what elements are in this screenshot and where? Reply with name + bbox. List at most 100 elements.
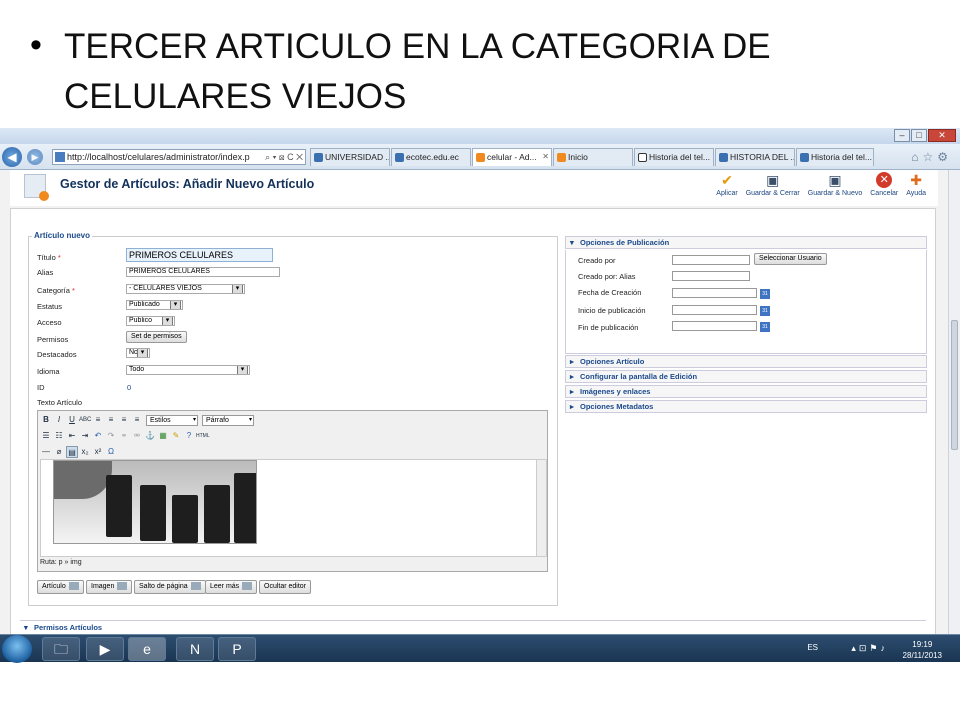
save-close-button[interactable]: ▣ Guardar & Cerrar bbox=[742, 170, 804, 197]
paragraph-select[interactable]: Párrafo bbox=[202, 414, 254, 426]
editor-scrollbar[interactable] bbox=[536, 460, 546, 556]
onenote-task[interactable]: N bbox=[176, 637, 214, 661]
italic-button[interactable]: I bbox=[53, 414, 65, 426]
align-justify-icon[interactable]: ≡ bbox=[131, 414, 143, 426]
language-indicator[interactable]: ES bbox=[807, 643, 818, 652]
media-player-task[interactable]: ▶ bbox=[86, 637, 124, 661]
calendar-icon[interactable]: 31 bbox=[760, 322, 770, 332]
tray-icons[interactable]: ▴⊡⚑♪ bbox=[851, 643, 888, 654]
outdent-icon[interactable]: ⇤ bbox=[66, 430, 78, 442]
html-icon[interactable]: HTML bbox=[196, 430, 210, 442]
status-select[interactable]: Publicado bbox=[126, 300, 183, 310]
readmore-button[interactable]: Leer más bbox=[205, 580, 258, 594]
image-icon[interactable]: ▦ bbox=[157, 430, 169, 442]
save-icon: ▣ bbox=[766, 172, 780, 188]
publish-down-input[interactable] bbox=[672, 321, 757, 331]
numbered-list-icon[interactable]: ☷ bbox=[53, 430, 65, 442]
special-char-icon[interactable]: Ω bbox=[105, 446, 117, 458]
category-select[interactable]: - CELULARES VIEJOS bbox=[126, 284, 245, 294]
joomla-favicon-icon bbox=[476, 153, 485, 162]
back-button[interactable]: ◀ bbox=[2, 147, 22, 167]
horizontal-rule-icon[interactable]: — bbox=[40, 446, 52, 458]
created-by-input[interactable] bbox=[672, 255, 750, 265]
created-date-input[interactable] bbox=[672, 288, 757, 298]
visual-aid-icon[interactable]: ▤ bbox=[66, 446, 78, 458]
cancel-button[interactable]: ✕ Cancelar bbox=[866, 170, 902, 197]
editor-toolbar-row-2: ☰ ☷ ⇤ ⇥ ↶ ↷ ⚭ ⚮ ⚓ ▦ ✎ ? HTML bbox=[40, 429, 209, 443]
tab-historia-3[interactable]: Historia del tel... bbox=[796, 148, 874, 166]
metadata-options-header[interactable]: Opciones Metadatos bbox=[565, 400, 927, 413]
edit-screen-options-header[interactable]: Configurar la pantalla de Edición bbox=[565, 370, 927, 383]
language-select[interactable]: Todo bbox=[126, 365, 250, 375]
alias-input[interactable]: PRIMEROS CELULARES bbox=[126, 267, 280, 277]
underline-button[interactable]: U bbox=[66, 414, 78, 426]
images-links-header[interactable]: Imágenes y enlaces bbox=[565, 385, 927, 398]
toggle-editor-button[interactable]: Ocultar editor bbox=[259, 580, 312, 594]
maximize-button[interactable]: □ bbox=[911, 129, 927, 142]
language-label: Idioma bbox=[37, 367, 60, 376]
link-icon[interactable]: ⚭ bbox=[118, 430, 130, 442]
calendar-icon[interactable]: 31 bbox=[760, 306, 770, 316]
page-scrollbar[interactable] bbox=[948, 170, 960, 640]
styles-select[interactable]: Estilos bbox=[146, 414, 198, 426]
bold-button[interactable]: B bbox=[40, 414, 52, 426]
editor-content-area[interactable] bbox=[40, 459, 547, 557]
address-actions[interactable]: ⌕ ▾ ⊠ C ✕ bbox=[265, 150, 303, 164]
forward-button[interactable]: ▶ bbox=[27, 149, 43, 165]
undo-icon[interactable]: ↶ bbox=[92, 430, 104, 442]
calendar-icon[interactable]: 31 bbox=[760, 289, 770, 299]
start-button[interactable] bbox=[2, 635, 32, 663]
align-right-icon[interactable]: ≡ bbox=[118, 414, 130, 426]
internet-explorer-task[interactable]: e bbox=[128, 637, 166, 661]
page-title: Gestor de Artículos: Añadir Nuevo Artícu… bbox=[60, 177, 315, 191]
cleanup-icon[interactable]: ✎ bbox=[170, 430, 182, 442]
publish-down-label: Fin de publicación bbox=[578, 323, 639, 332]
address-bar[interactable]: http://localhost/celulares/administrator… bbox=[52, 149, 306, 165]
browser-navbar: ◀ ▶ http://localhost/celulares/administr… bbox=[0, 144, 960, 170]
tab-celular-admin[interactable]: celular - Ad... ✕ bbox=[472, 148, 552, 166]
unlink-icon[interactable]: ⚮ bbox=[131, 430, 143, 442]
subscript-icon[interactable]: x₂ bbox=[79, 446, 91, 458]
title-input[interactable]: PRIMEROS CELULARES bbox=[126, 248, 273, 262]
insert-image-button[interactable]: Imagen bbox=[86, 580, 133, 594]
help-button[interactable]: ✚ Ayuda bbox=[902, 170, 930, 197]
align-center-icon[interactable]: ≡ bbox=[105, 414, 117, 426]
old-phones-image[interactable] bbox=[53, 460, 257, 544]
set-permissions-button[interactable]: Set de permisos bbox=[126, 331, 187, 343]
system-clock[interactable]: 19:19 28/11/2013 bbox=[903, 639, 942, 661]
tab-close-icon[interactable]: ✕ bbox=[542, 149, 549, 165]
tab-universidad[interactable]: UNIVERSIDAD ... bbox=[310, 148, 390, 166]
help-circle-icon[interactable]: ? bbox=[183, 430, 195, 442]
access-select[interactable]: Publico bbox=[126, 316, 175, 326]
bullet-list-icon[interactable]: ☰ bbox=[40, 430, 52, 442]
powerpoint-task[interactable]: P bbox=[218, 637, 256, 661]
tab-ecotec[interactable]: ecotec.edu.ec bbox=[391, 148, 471, 166]
select-user-button[interactable]: Seleccionar Usuario bbox=[754, 253, 827, 265]
pagebreak-button[interactable]: Salto de página bbox=[134, 580, 206, 594]
anchor-icon[interactable]: ⚓ bbox=[144, 430, 156, 442]
save-new-button[interactable]: ▣ Guardar & Nuevo bbox=[804, 170, 866, 197]
minimize-button[interactable]: – bbox=[894, 129, 910, 142]
align-left-icon[interactable]: ≡ bbox=[92, 414, 104, 426]
close-button[interactable]: ✕ bbox=[928, 129, 956, 142]
remove-format-icon[interactable]: ⌀ bbox=[53, 446, 65, 458]
tab-inicio[interactable]: Inicio bbox=[553, 148, 633, 166]
strikethrough-button[interactable]: ABC bbox=[79, 414, 91, 426]
tab-historia-2[interactable]: HISTORIA DEL ... bbox=[715, 148, 795, 166]
article-permissions-header[interactable]: Permisos Artículos bbox=[20, 620, 926, 635]
created-by-alias-input[interactable] bbox=[672, 271, 750, 281]
scrollbar-thumb[interactable] bbox=[951, 320, 958, 450]
superscript-icon[interactable]: x² bbox=[92, 446, 104, 458]
indent-icon[interactable]: ⇥ bbox=[79, 430, 91, 442]
article-options-header[interactable]: Opciones Artículo bbox=[565, 355, 927, 368]
insert-article-button[interactable]: Artículo bbox=[37, 580, 84, 594]
redo-icon[interactable]: ↷ bbox=[105, 430, 117, 442]
explorer-task[interactable]: 🗀 bbox=[42, 637, 80, 661]
publishing-options-header[interactable]: Opciones de Publicación bbox=[565, 236, 927, 249]
featured-select[interactable]: No bbox=[126, 348, 150, 358]
category-label: Categoría * bbox=[37, 286, 75, 295]
publish-up-input[interactable] bbox=[672, 305, 757, 315]
browser-tool-icons[interactable]: ⌂☆⚙ bbox=[911, 150, 952, 164]
apply-button[interactable]: ✔ Aplicar bbox=[712, 170, 741, 197]
tab-historia-1[interactable]: Historia del tel... bbox=[634, 148, 714, 166]
